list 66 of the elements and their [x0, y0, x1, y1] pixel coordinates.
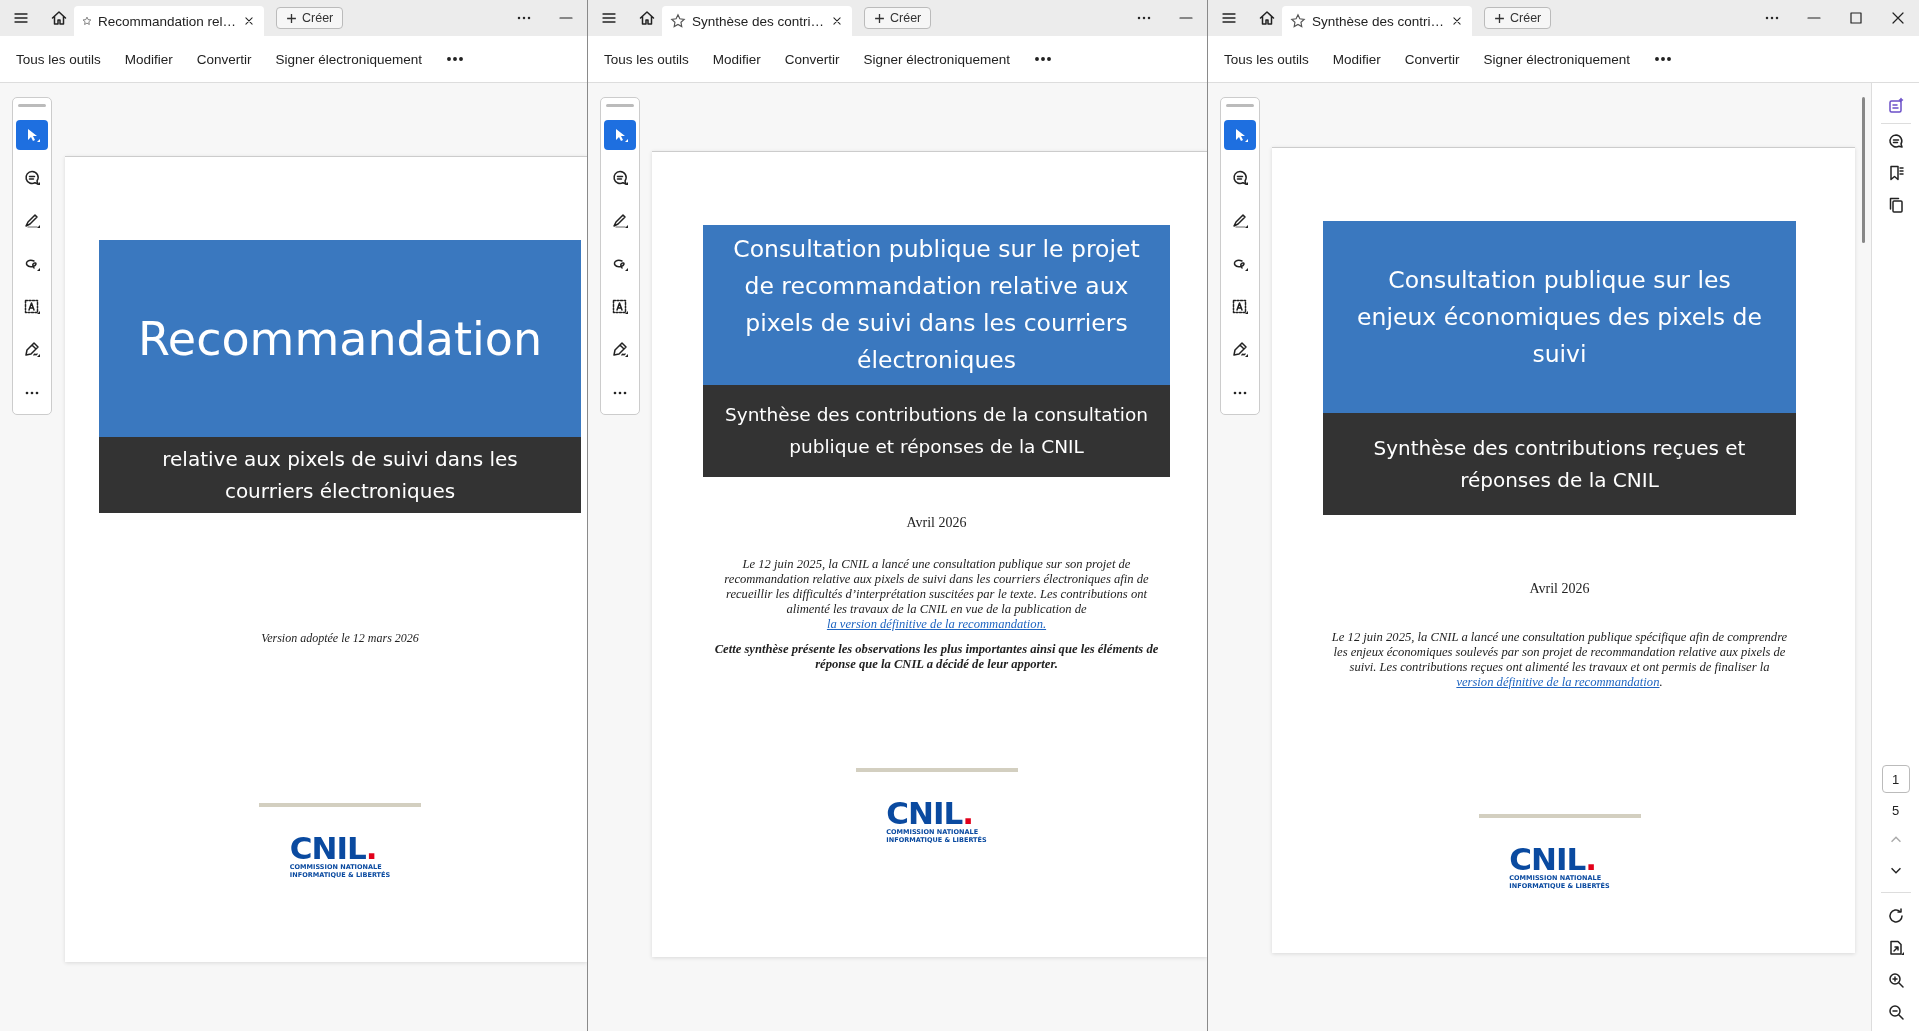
menu-item[interactable]: Tous les outils: [604, 51, 689, 67]
document-date: Avril 2026: [906, 515, 967, 531]
create-button[interactable]: Créer: [864, 7, 932, 29]
document-link[interactable]: la version définitive de la recommandation.: [826, 617, 1047, 631]
plus-icon: [1494, 12, 1505, 24]
home-icon[interactable]: [50, 9, 68, 27]
menu-item[interactable]: Convertir: [1404, 51, 1460, 67]
logo-wordmark: CNIL.: [886, 798, 974, 828]
menu-item[interactable]: Modifier: [712, 51, 761, 67]
menu-item[interactable]: Modifier: [1332, 51, 1381, 67]
text-box-icon[interactable]: [611, 298, 629, 316]
menu-item[interactable]: Tous les outils: [1224, 51, 1309, 67]
comment-icon[interactable]: [611, 169, 629, 187]
rotate-icon[interactable]: [1886, 907, 1905, 925]
menu-item[interactable]: Signer électroniquement: [275, 51, 422, 67]
document-date: Avril 2026: [1529, 581, 1590, 597]
plus-icon: [874, 12, 885, 24]
text-box-icon[interactable]: [23, 298, 41, 316]
home-icon[interactable]: [1258, 9, 1276, 27]
logo-wordmark: CNIL.: [1509, 844, 1597, 874]
document-tab[interactable]: Recommandation rel…: [74, 6, 264, 36]
plus-icon: [286, 12, 297, 24]
maximize-icon[interactable]: [1847, 9, 1865, 27]
comment-icon[interactable]: [23, 169, 41, 187]
pen-signature-icon[interactable]: [23, 341, 41, 359]
highlighter-icon[interactable]: [611, 212, 629, 230]
logo-wordmark: CNIL.: [289, 833, 377, 863]
intro-paragraph: Cette synthèse présente les observations les plus importantes ainsi que les éléments de réponse que la CNIL a décidé de leur apporter.: [713, 642, 1160, 672]
create-button[interactable]: Créer: [1484, 7, 1552, 29]
menu-item[interactable]: Tous les outils: [16, 51, 101, 67]
close-icon[interactable]: [242, 14, 256, 28]
intro-paragraph: Le 12 juin 2025, la CNIL a lancé une consultation publique spécifique afin de comprendre les enjeux économiques soulevés par son projet de recommandation relative aux pixels de suivi. Les contributions reçues ont alimenté les travaux et ont permis de finaliser la version définitive de la recommandation.: [1330, 630, 1789, 690]
star-icon[interactable]: [670, 13, 686, 29]
menu-item[interactable]: Convertir: [196, 51, 252, 67]
menu-item[interactable]: Signer électroniquement: [863, 51, 1010, 67]
create-button[interactable]: Créer: [276, 7, 344, 29]
menu-item[interactable]: Convertir: [784, 51, 840, 67]
text-box-icon[interactable]: [1231, 298, 1249, 316]
cover-subtitle: Synthèse des contributions reçues et réponses de la CNIL: [1323, 413, 1796, 515]
highlighter-icon[interactable]: [1231, 212, 1249, 230]
menu-item[interactable]: Modifier: [124, 51, 173, 67]
document-tab[interactable]: Synthèse des contri…: [1282, 6, 1472, 36]
sparkle-document-icon[interactable]: [1886, 97, 1905, 115]
cover-subtitle: Synthèse des contributions de la consultation publique et réponses de la CNIL: [703, 385, 1170, 477]
close-icon[interactable]: [830, 14, 844, 28]
close-icon[interactable]: [1450, 14, 1464, 28]
zoom-out-icon[interactable]: [1886, 1003, 1905, 1021]
cover-title: Recommandation: [99, 240, 581, 437]
scrollbar-thumb[interactable]: [1861, 97, 1865, 243]
pen-signature-icon[interactable]: [611, 341, 629, 359]
document-tab[interactable]: Synthèse des contri…: [662, 6, 852, 36]
star-icon[interactable]: [1290, 13, 1306, 29]
home-icon[interactable]: [638, 9, 656, 27]
comment-icon[interactable]: [1886, 132, 1905, 150]
highlighter-icon[interactable]: [23, 212, 41, 230]
comment-icon[interactable]: [1231, 169, 1249, 187]
menu-item[interactable]: Signer électroniquement: [1483, 51, 1630, 67]
zoom-in-icon[interactable]: [1886, 971, 1905, 989]
intro-paragraph: Le 12 juin 2025, la CNIL a lancé une consultation publique sur son projet de recommandation relative aux pixels de suivi dans les courriers électroniques afin de recueillir les difficultés d’interprétation suscitées par le texte. Les contributions ont alimenté les travaux de la CNIL en vue de la publication de la version définitive de la recommandation.: [723, 557, 1150, 632]
version-text: Version adoptée le 12 mars 2026: [261, 631, 419, 646]
page-total: 5: [1891, 803, 1900, 818]
pen-signature-icon[interactable]: [1231, 341, 1249, 359]
cover-title: Consultation publique sur le projet de recommandation relative aux pixels de suivi dans les courriers électroniques: [703, 225, 1170, 385]
cover-title: Consultation publique sur les enjeux économiques des pixels de suivi: [1323, 221, 1796, 413]
cover-subtitle: relative aux pixels de suivi dans les courriers électroniques: [99, 437, 581, 513]
page-number-field[interactable]: 1: [1881, 765, 1910, 793]
